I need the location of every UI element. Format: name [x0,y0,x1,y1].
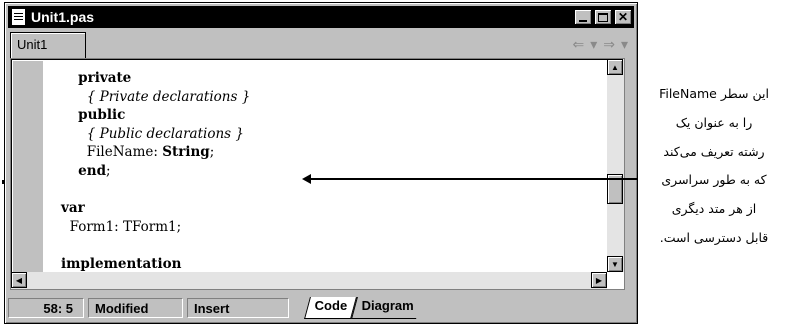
annotation-line: این سطر FileName [659,86,769,101]
code-line[interactable] [61,181,250,200]
code-area[interactable]: private { Private declarations } public … [61,69,250,274]
code-line[interactable]: Form1: TForm1; [61,218,250,237]
vertical-scrollbar[interactable]: ▲ ▼ [607,59,624,272]
code-token: end [78,162,107,179]
code-token: { Public declarations } [86,125,244,142]
code-line[interactable]: private [61,69,250,88]
minimize-icon [579,19,587,22]
status-bar: 58: 5 Modified Insert Code Diagram [8,295,634,321]
annotation-arrowhead [302,174,311,184]
code-token: private [78,70,132,86]
annotation-line: قابل دسترسی است. [659,229,769,245]
code-token: Form1: TForm1; [61,218,182,235]
forward-dropdown-icon[interactable]: ▾ [621,36,628,53]
code-line[interactable] [61,236,250,255]
code-token: public [78,107,126,124]
tab-unit1[interactable]: Unit1 [10,32,86,58]
minimize-button[interactable] [574,9,592,25]
code-token: String [162,144,210,161]
code-line[interactable]: public [61,106,250,125]
code-line[interactable]: end; [61,162,250,181]
window-title: Unit1.pas [31,9,95,25]
scroll-left-button[interactable]: ◀ [11,272,27,288]
close-button[interactable]: ✕ [614,9,632,25]
tab-diagram[interactable]: Diagram [350,297,422,319]
annotation-line: را به عنوان یک [675,114,753,130]
code-line[interactable]: implementation [61,255,250,274]
code-token: var [61,200,85,217]
document-icon [12,9,25,25]
code-token: { Private declarations } [86,88,251,105]
maximize-button[interactable] [594,9,612,25]
margin-mark [2,180,4,184]
code-token: FileName: [61,144,163,161]
navigation-arrows: ⇐ ▾ ⇒ ▾ [572,36,628,53]
code-editor[interactable]: private { Private declarations } public … [10,58,625,290]
cursor-position: 58: 5 [8,298,84,318]
annotation-text: این سطر FileName را به عنوان یک رشته تعریف… [640,80,788,253]
code-token: ; [106,162,111,179]
back-arrow-icon[interactable]: ⇐ [572,36,584,53]
code-line[interactable]: FileName: String; [61,143,250,162]
annotation-line: رشته تعریف می‌کند [663,143,765,159]
insert-mode-indicator: Insert [187,298,289,318]
file-tab-strip: Unit1 ⇐ ▾ ⇒ ▾ [8,30,634,58]
code-line[interactable]: { Private declarations } [61,88,251,107]
scroll-right-button[interactable]: ▶ [591,272,607,288]
modified-indicator: Modified [88,298,183,318]
code-line[interactable]: { Public declarations } [61,125,250,144]
annotation-line: از هر متد دیگری [671,201,757,217]
view-tabs: Code Diagram [304,297,422,319]
title-bar[interactable]: Unit1.pas ✕ [8,6,634,28]
tab-code[interactable]: Code [304,297,357,319]
code-token: implementation [61,255,182,272]
maximize-icon [598,12,608,22]
code-line[interactable]: var [61,199,250,218]
window-controls: ✕ [574,9,632,25]
horizontal-scrollbar[interactable]: ◀ ▶ [11,272,607,289]
close-icon: ✕ [617,10,629,24]
back-dropdown-icon[interactable]: ▾ [590,36,597,53]
scroll-up-button[interactable]: ▲ [607,59,623,75]
scroll-down-button[interactable]: ▼ [607,256,623,272]
annotation-leader-line [308,178,638,180]
annotation-line: که به طور سراسری [661,172,767,188]
code-token: ; [209,144,215,161]
editor-window: Unit1.pas ✕ Unit1 ⇐ ▾ ⇒ ▾ private { Priv… [4,2,638,324]
forward-arrow-icon[interactable]: ⇒ [603,36,615,53]
editor-gutter[interactable] [13,61,43,289]
